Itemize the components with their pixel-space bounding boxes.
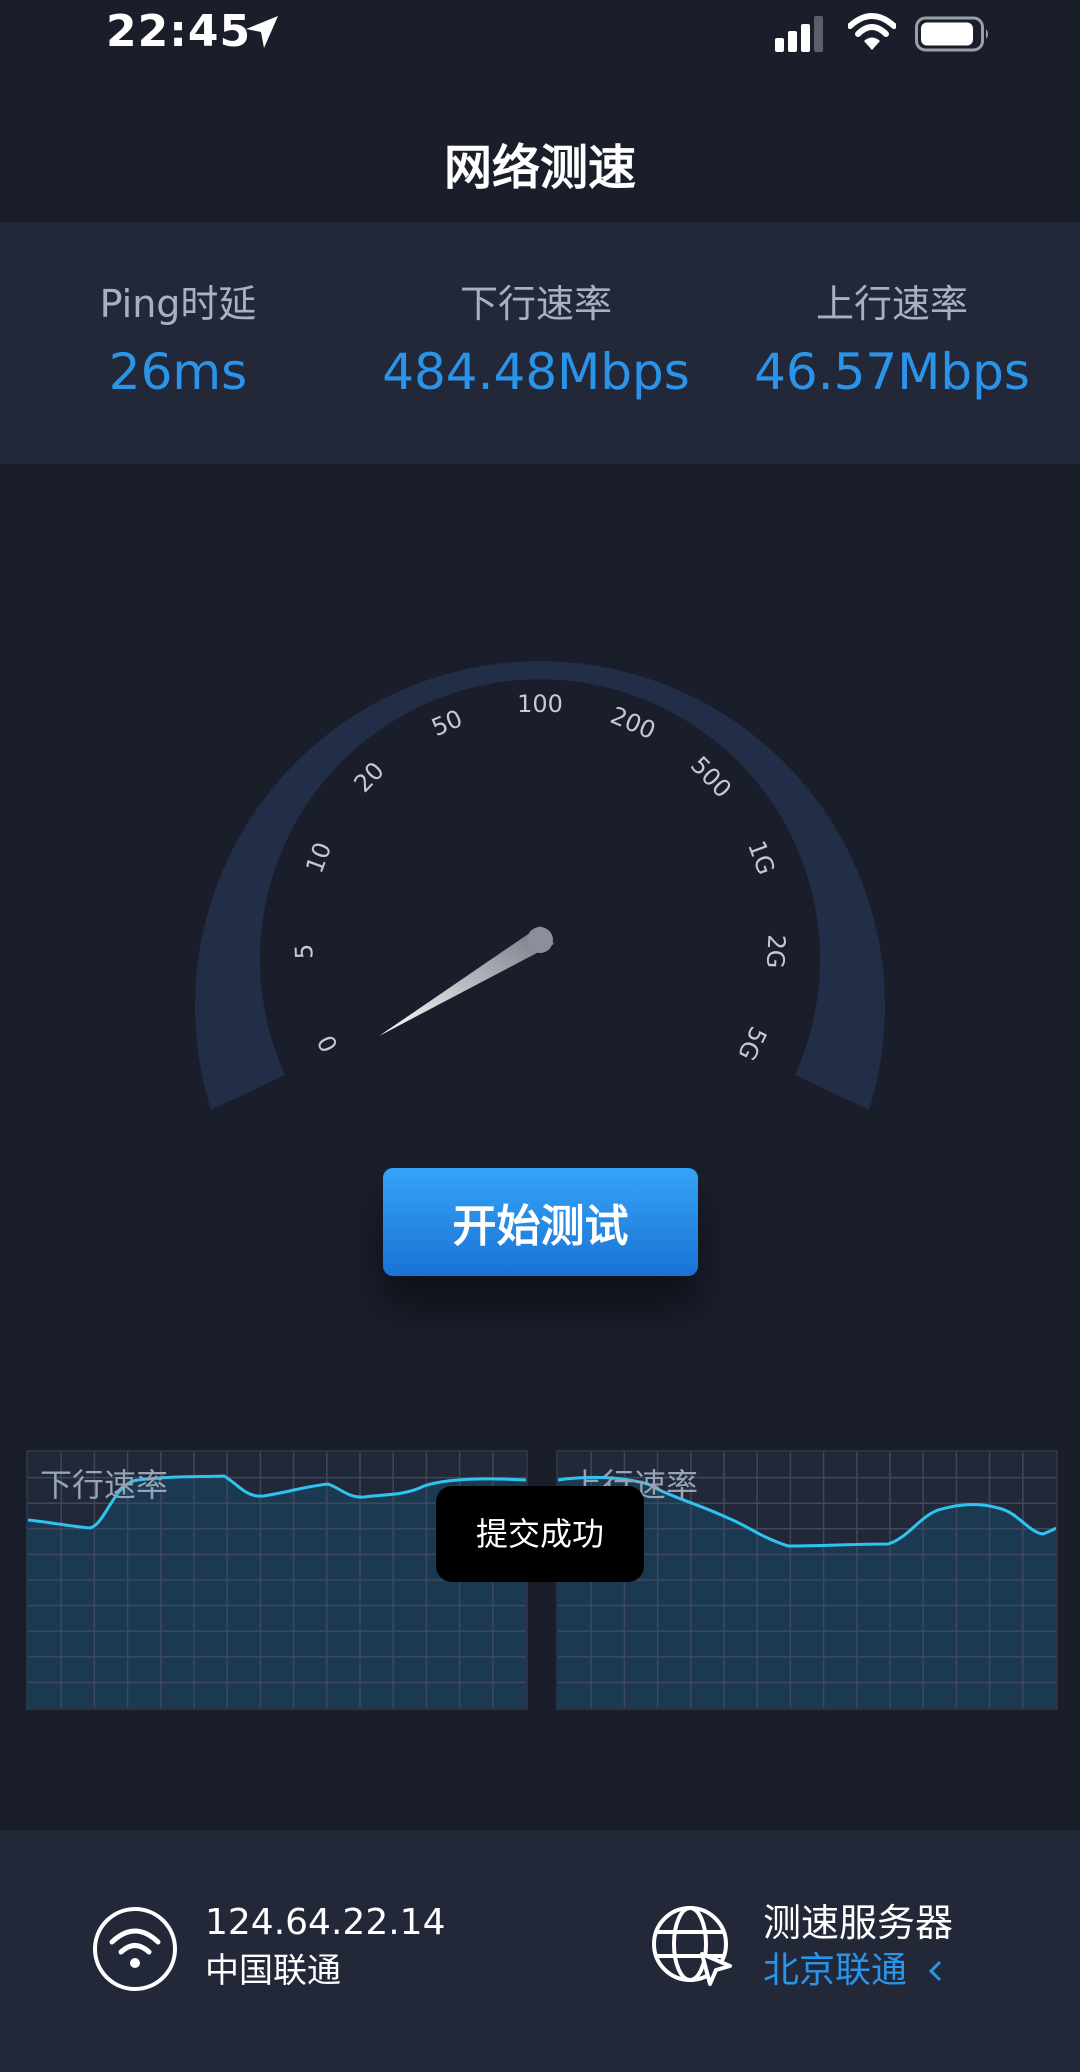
upload-stat: 上行速率 46.57Mbps <box>742 282 1042 402</box>
gauge-tick-labels: 0 5 10 20 50 100 200 5001G 2G 5G <box>290 690 791 1065</box>
footer-bar: 124.64.22.14 中国联通 测速服务器 北京联通 <box>0 1830 1080 2072</box>
ping-value: 26ms <box>108 343 248 401</box>
server-title: 测速服务器 <box>763 1901 954 1945</box>
download-chart-label: 下行速率 <box>40 1466 169 1504</box>
status-bar: 22:45 <box>0 0 1080 70</box>
caret-left-icon[interactable] <box>928 1960 942 1982</box>
gauge-tick-label: 100 <box>517 690 563 718</box>
gauge-arc <box>194 661 886 1110</box>
ip-address: 124.64.22.14 <box>205 1902 446 1943</box>
gauge-tick-label: 0 <box>312 1030 344 1056</box>
battery-icon <box>915 16 988 52</box>
gauge-tick-label: 2G <box>761 934 791 969</box>
download-label: 下行速率 <box>459 282 612 326</box>
gauge-tick-label: 5G <box>732 1022 772 1065</box>
gauge-tick-label: 500 <box>685 751 737 803</box>
ping-stat: Ping时延 26ms <box>78 282 278 402</box>
wifi-icon <box>848 13 896 50</box>
gauge-tick-label: 50 <box>427 704 466 742</box>
download-stat: 下行速率 484.48Mbps <box>366 282 706 402</box>
toast-message: 提交成功 <box>436 1486 644 1582</box>
status-time: 22:45 <box>106 6 252 57</box>
start-test-button[interactable]: 开始测试 <box>383 1168 698 1276</box>
gauge-tick-label: 10 <box>300 839 337 877</box>
stats-panel: Ping时延 26ms 下行速率 484.48Mbps 上行速率 46.57Mb… <box>0 222 1080 464</box>
location-arrow-icon <box>246 16 278 48</box>
ping-label: Ping时延 <box>99 282 257 326</box>
gauge-tick-label: 200 <box>606 701 659 745</box>
wifi-icon <box>93 1907 177 1991</box>
globe-cursor-icon[interactable] <box>650 1904 736 1990</box>
speed-gauge: 0 5 10 20 50 100 200 5001G 2G 5G <box>194 661 886 1110</box>
gauge-tick-label: 5 <box>290 943 319 960</box>
upload-value: 46.57Mbps <box>754 343 1030 401</box>
server-name[interactable]: 北京联通 <box>763 1948 907 1994</box>
gauge-needle <box>379 926 554 1036</box>
gauge-tick-label: 1G <box>742 837 780 879</box>
page-title: 网络测速 <box>443 140 636 196</box>
gauge-tick-label: 20 <box>348 756 389 797</box>
download-value: 484.48Mbps <box>382 343 690 401</box>
isp-name: 中国联通 <box>205 1951 341 1991</box>
upload-label: 上行速率 <box>815 282 968 326</box>
cellular-signal-icon <box>775 16 823 52</box>
